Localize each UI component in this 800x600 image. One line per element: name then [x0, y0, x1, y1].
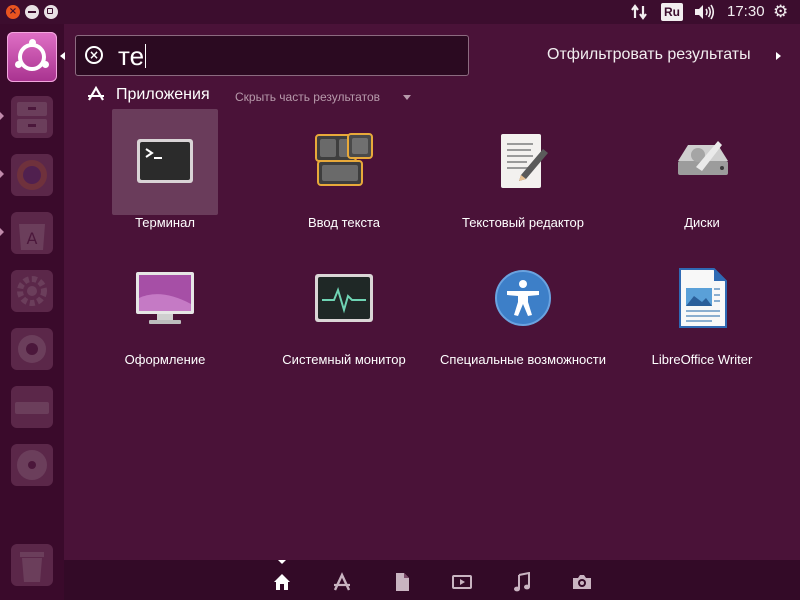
firefox-icon: [11, 154, 53, 196]
app-label: Оформление: [124, 352, 206, 367]
svg-text:A: A: [27, 229, 38, 248]
launcher-item-files[interactable]: [7, 92, 57, 142]
system-monitor-icon: [315, 274, 373, 322]
appearance-icon: [136, 272, 194, 324]
chevron-right-icon[interactable]: [776, 52, 781, 60]
app-label: Системный монитор: [282, 352, 406, 367]
close-icon[interactable]: ×: [6, 5, 20, 19]
launcher-item-software-center[interactable]: A: [7, 208, 57, 258]
text-caret: [145, 44, 147, 68]
app-tile-text-editor[interactable]: Текстовый редактор: [434, 109, 612, 230]
lens-bar: [64, 560, 800, 600]
disc-icon: [11, 444, 53, 486]
file-icon[interactable]: [392, 572, 412, 592]
launcher-running-indicator: [0, 170, 4, 178]
video-icon[interactable]: [452, 572, 472, 592]
chevron-down-icon[interactable]: [403, 95, 411, 100]
music-icon[interactable]: [512, 571, 532, 592]
wrench-gear-icon: [11, 270, 53, 312]
aperture-icon: [11, 328, 53, 370]
app-tile-disks[interactable]: Диски: [613, 109, 791, 230]
text-entry-icon: [315, 133, 373, 186]
keyboard-layout-indicator[interactable]: Ru: [661, 3, 683, 21]
launcher-item-drive[interactable]: [7, 382, 57, 432]
launcher-item-shotwell[interactable]: [7, 324, 57, 374]
launcher-item-disc[interactable]: [7, 440, 57, 490]
gear-icon[interactable]: ⚙: [773, 0, 788, 24]
search-box[interactable]: × те: [75, 35, 469, 76]
applications-icon: [87, 85, 105, 107]
category-title: Приложения: [116, 86, 210, 103]
app-label: Диски: [684, 215, 720, 230]
app-tile-terminal[interactable]: Терминал: [76, 109, 254, 230]
dash-home-button[interactable]: [7, 32, 57, 82]
text-editor-icon: [501, 134, 548, 188]
app-tile-libreoffice-writer[interactable]: LibreOffice Writer: [613, 246, 791, 367]
accessibility-icon: [495, 270, 551, 326]
app-label: Специальные возможности: [440, 352, 606, 367]
app-label: Ввод текста: [308, 215, 380, 230]
filter-results-button[interactable]: Отфильтровать результаты: [547, 46, 751, 64]
launcher-item-firefox[interactable]: [7, 150, 57, 200]
launcher-item-settings[interactable]: [7, 266, 57, 316]
applications-icon[interactable]: [332, 572, 352, 592]
launcher-item-trash[interactable]: [7, 540, 57, 590]
app-tile-appearance[interactable]: Оформление: [76, 246, 254, 367]
software-center-icon: A: [11, 212, 53, 254]
terminal-icon: [137, 139, 193, 183]
disks-icon: [678, 141, 728, 175]
minimize-icon[interactable]: [25, 5, 39, 19]
launcher-running-indicator: [0, 228, 4, 236]
app-tile-text-entry[interactable]: Ввод текста: [255, 109, 433, 230]
active-lens-indicator: [278, 560, 286, 564]
hide-results-toggle[interactable]: Скрыть часть результатов: [235, 90, 380, 104]
clock[interactable]: 17:30: [727, 0, 765, 24]
home-icon[interactable]: [272, 572, 292, 592]
app-label: Текстовый редактор: [461, 215, 585, 230]
speaker-icon[interactable]: [692, 0, 716, 24]
libreoffice-writer-icon: [679, 268, 727, 328]
search-input[interactable]: те: [118, 40, 147, 72]
camera-icon[interactable]: [572, 572, 592, 592]
file-cabinet-icon: [11, 96, 53, 138]
maximize-icon[interactable]: [44, 5, 58, 19]
launcher-active-arrow: [60, 52, 65, 60]
app-tile-accessibility[interactable]: Специальные возможности: [434, 246, 612, 367]
trash-icon: [11, 544, 53, 586]
clear-icon[interactable]: ×: [85, 46, 103, 64]
drive-icon: [11, 386, 53, 428]
app-label: LibreOffice Writer: [651, 352, 753, 367]
app-label: Терминал: [135, 215, 195, 230]
app-tile-system-monitor[interactable]: Системный монитор: [255, 246, 433, 367]
network-updown-icon[interactable]: [630, 0, 650, 24]
launcher-running-indicator: [0, 112, 4, 120]
